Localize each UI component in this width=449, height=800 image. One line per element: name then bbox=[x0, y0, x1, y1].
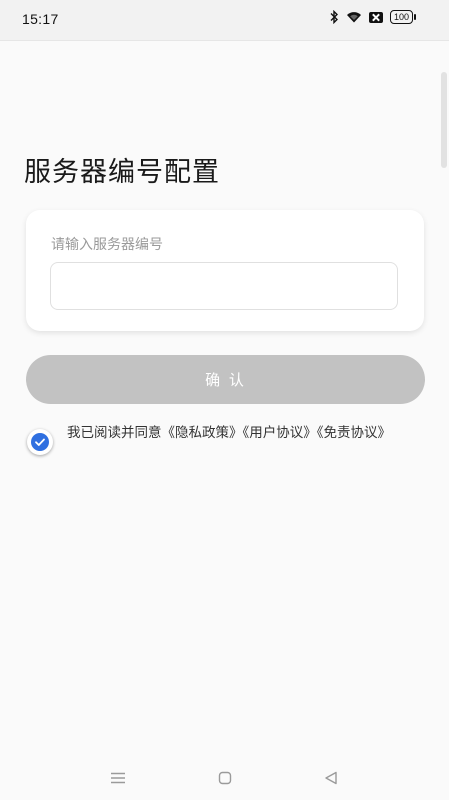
checkmark-icon bbox=[35, 438, 45, 446]
status-time: 15:17 bbox=[22, 11, 59, 27]
agree-checkbox[interactable] bbox=[27, 429, 53, 455]
menu-icon[interactable] bbox=[110, 772, 126, 784]
battery-icon: 100 bbox=[389, 10, 417, 24]
navigation-bar bbox=[0, 752, 449, 800]
scrollbar[interactable] bbox=[441, 72, 447, 168]
back-icon[interactable] bbox=[324, 771, 338, 785]
sim-icon bbox=[368, 11, 383, 23]
server-config-card: 请输入服务器编号 bbox=[26, 210, 424, 331]
agreement-text[interactable]: 我已阅读并同意《隐私政策》《用户协议》《免责协议》 bbox=[67, 423, 427, 443]
status-icons: 100 bbox=[329, 10, 417, 24]
wifi-icon bbox=[346, 12, 361, 23]
server-number-label: 请输入服务器编号 bbox=[51, 237, 163, 253]
bluetooth-icon bbox=[330, 10, 338, 24]
page-title: 服务器编号配置 bbox=[24, 157, 220, 188]
server-number-input[interactable] bbox=[50, 262, 398, 310]
app-screen: 15:17 100 服务器编号配置 请输入服务器编号 确 认 我已阅读并同意《隐… bbox=[0, 0, 449, 800]
home-icon[interactable] bbox=[218, 771, 232, 785]
confirm-button[interactable]: 确 认 bbox=[26, 355, 425, 404]
status-bar: 15:17 100 bbox=[0, 0, 449, 41]
